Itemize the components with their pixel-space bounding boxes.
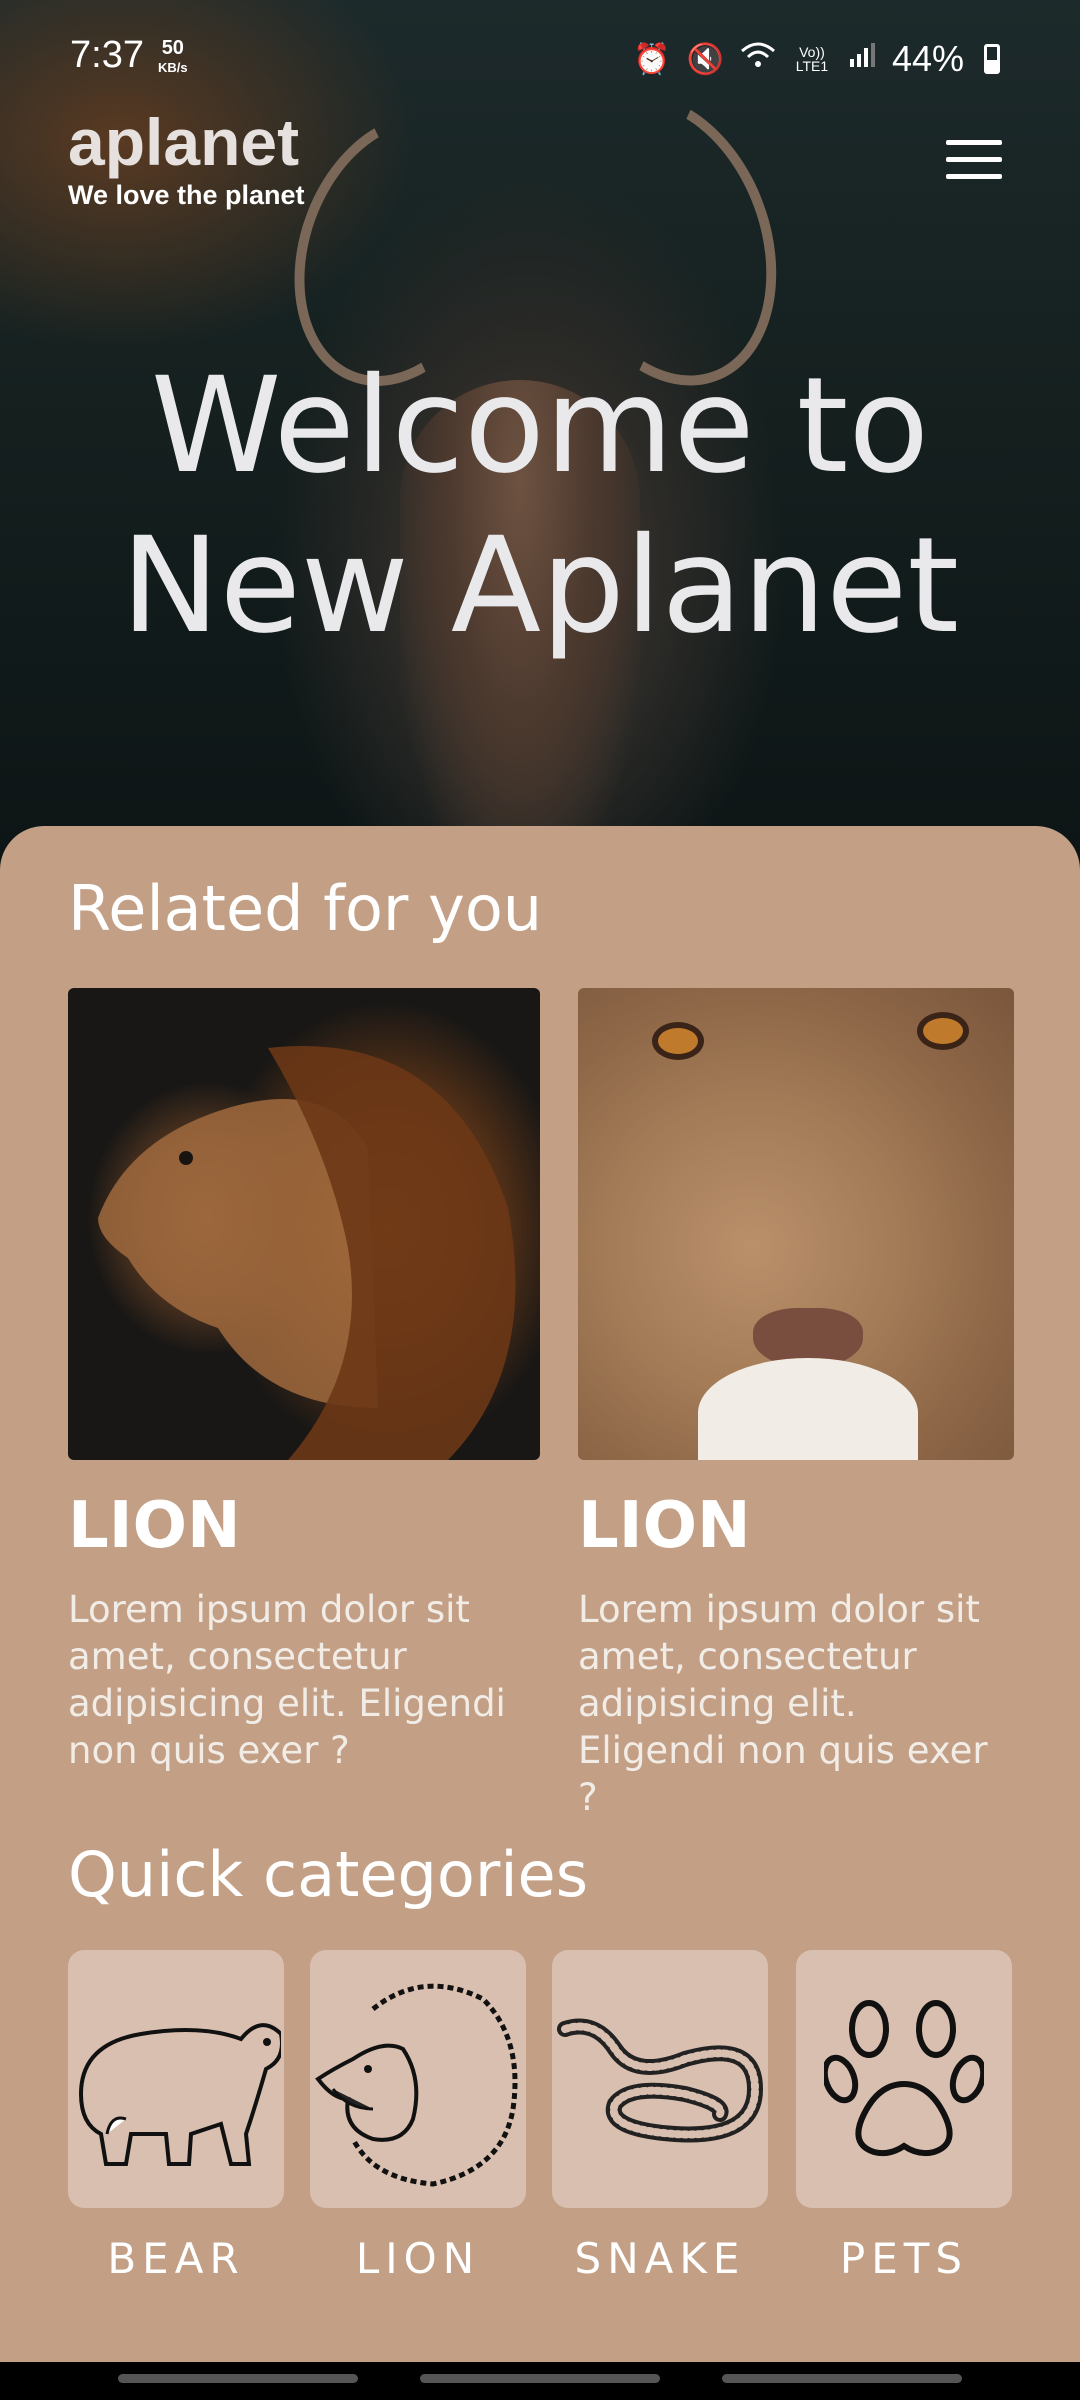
hero-title-line-1: Welcome to (150, 349, 930, 503)
category-tile[interactable] (796, 1950, 1012, 2208)
category-label: LION (355, 2234, 481, 2283)
battery-percent: 44% (891, 38, 964, 79)
category-snake[interactable]: SNAKE (552, 1950, 768, 2283)
card-description: Lorem ipsum dolor sit amet, consectetur … (578, 1588, 988, 1819)
category-label: SNAKE (574, 2234, 746, 2283)
lion-profile-illustration (98, 1046, 516, 1460)
network-speed-value: 50 (161, 37, 184, 59)
related-card[interactable]: LION Lorem ipsum dolor sit amet, consect… (68, 988, 540, 1774)
lion-icon (315, 1983, 518, 2187)
status-icons: ⏰ 🔇 Vo)) LTE1 44% (633, 38, 1000, 80)
brand-tagline: We love the planet (68, 180, 305, 210)
status-time: 7:37 (70, 34, 144, 76)
nav-back-button[interactable] (722, 2374, 962, 2383)
related-section-title: Related for you (68, 872, 543, 945)
status-bar: 7:37 50 KB/s ⏰ 🔇 Vo)) LTE1 44% (0, 0, 1080, 110)
related-card[interactable]: LION Lorem ipsum dolor sit amet, consect… (578, 988, 1014, 1821)
hero-title: Welcome to New Aplanet (0, 346, 1080, 666)
mute-icon: 🔇 (686, 42, 724, 76)
brand[interactable]: aplanet We love the planet (68, 108, 305, 211)
network-speed: 50 KB/s (158, 38, 188, 78)
snake-icon (557, 2018, 764, 2143)
signal-icon (848, 41, 876, 77)
menu-bar-icon (946, 174, 1002, 179)
lioness-eye-right (923, 1018, 963, 1044)
brand-name: aplanet (68, 105, 300, 179)
lioness-eye-left (658, 1028, 698, 1054)
hero-title-line-2: New Aplanet (120, 509, 960, 663)
nav-recent-button[interactable] (118, 2374, 358, 2383)
system-navigation-bar (0, 2362, 1080, 2400)
categories-section-title: Quick categories (68, 1838, 589, 1911)
alarm-icon: ⏰ (633, 42, 671, 76)
lioness-face-image (578, 988, 1014, 1460)
paw-icon (824, 2000, 984, 2157)
hamburger-menu-button[interactable] (946, 140, 1002, 180)
volte-label: Vo)) LTE1 (795, 44, 829, 74)
category-bear[interactable]: BEAR (68, 1950, 284, 2283)
wifi-icon (740, 41, 776, 77)
lioness-muzzle (698, 1358, 918, 1460)
nav-home-button[interactable] (420, 2374, 660, 2383)
menu-bar-icon (946, 157, 1002, 162)
card-description: Lorem ipsum dolor sit amet, consectetur … (68, 1588, 506, 1772)
category-tile[interactable] (68, 1950, 284, 2208)
category-tile[interactable] (310, 1950, 526, 2208)
bear-icon (78, 2023, 281, 2166)
card-title: LION (68, 1489, 241, 1563)
card-title: LION (578, 1489, 751, 1563)
category-label: BEAR (107, 2234, 245, 2283)
category-lion[interactable]: LION (310, 1950, 526, 2283)
battery-icon (984, 44, 1000, 74)
lion-profile-image (68, 988, 540, 1460)
network-speed-unit: KB/s (158, 60, 188, 75)
category-tile[interactable] (552, 1950, 768, 2208)
category-label: PETS (839, 2234, 969, 2283)
menu-bar-icon (946, 140, 1002, 145)
hero-banner: 7:37 50 KB/s ⏰ 🔇 Vo)) LTE1 44% aplanet W… (0, 0, 1080, 880)
category-pets[interactable]: PETS (796, 1950, 1012, 2283)
